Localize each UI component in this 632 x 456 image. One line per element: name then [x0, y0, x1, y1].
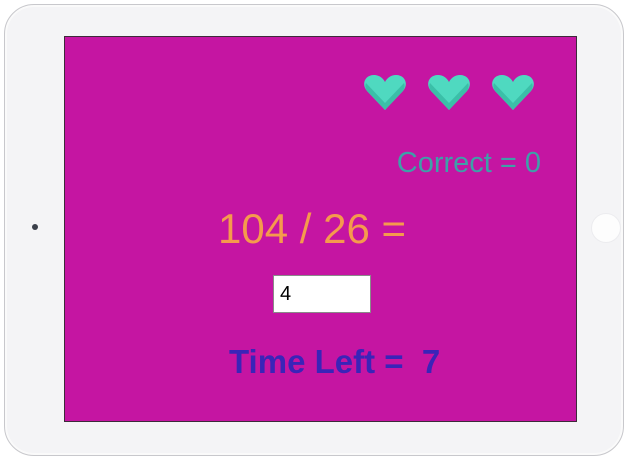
game-screen: Correct = 0 104 / 26 = Time Left = 7 — [64, 36, 577, 422]
math-question: 104 / 26 = — [218, 205, 406, 252]
timer: Time Left = 7 — [229, 343, 440, 381]
heart-icon — [492, 75, 534, 110]
timer-value: 7 — [421, 343, 441, 380]
timer-label: Time Left = — [229, 343, 404, 380]
home-button[interactable] — [591, 213, 621, 243]
camera-dot — [32, 224, 38, 230]
tablet-frame: Correct = 0 104 / 26 = Time Left = 7 — [4, 4, 624, 456]
score-text: Correct = 0 — [396, 147, 541, 179]
heart-icon — [428, 75, 470, 110]
answer-input[interactable] — [273, 275, 371, 313]
lives-indicator — [364, 75, 534, 111]
heart-icon — [364, 75, 406, 110]
